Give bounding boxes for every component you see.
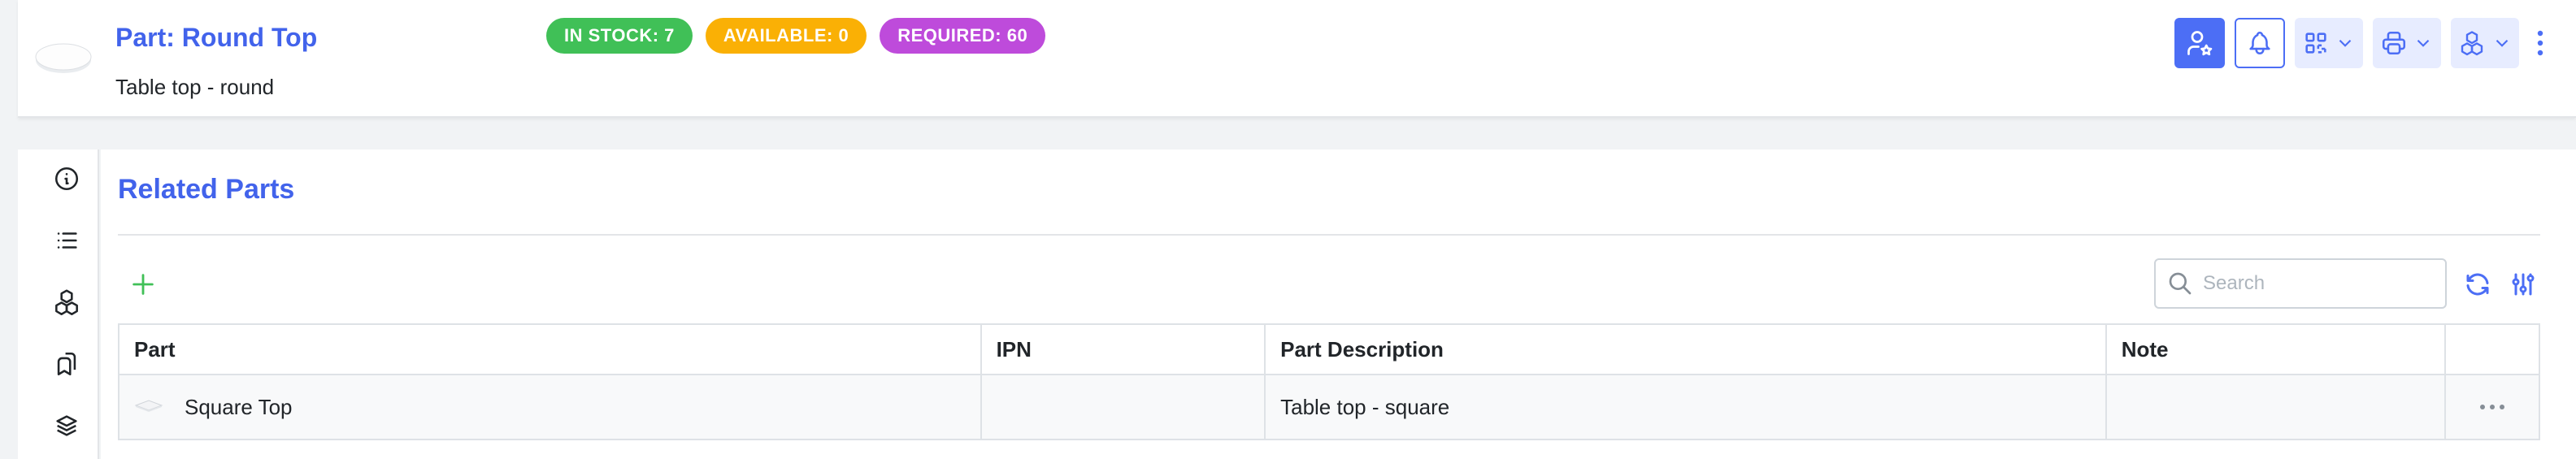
header-actions [2174,18,2552,68]
search-box[interactable] [2154,258,2447,309]
stock-badges: IN STOCK: 7 AVAILABLE: 0 REQUIRED: 60 [546,18,1046,54]
subscribe-button[interactable] [2174,18,2225,68]
add-related-part-button[interactable] [127,268,159,301]
chevron-down-icon [2496,39,2509,47]
table-row[interactable]: Square Top Table top - square [119,375,2539,439]
list-icon [57,232,77,249]
plus-icon [132,274,154,295]
table-settings-button[interactable] [2507,268,2539,301]
row-actions-button[interactable] [2446,375,2539,439]
bell-icon [2249,32,2270,55]
part-thumbnail [35,43,92,73]
divider [118,234,2540,236]
nav-bookmarks[interactable] [50,348,83,380]
part-header: Part: Round Top Table top - round IN STO… [18,0,2576,118]
panel-title: Related Parts [118,174,295,205]
column-header-note[interactable]: Note [2107,325,2447,374]
stock-actions-dropdown[interactable] [2451,18,2519,68]
user-star-icon [2187,31,2213,56]
refresh-icon [2466,273,2489,296]
column-header-description[interactable]: Part Description [1266,325,2107,374]
more-vertical-icon [2537,30,2543,56]
info-icon [54,167,79,191]
side-nav [18,149,99,459]
page-title: Part: Round Top [115,23,318,52]
refresh-button[interactable] [2461,268,2494,301]
nav-stock[interactable] [50,286,83,318]
required-badge: REQUIRED: 60 [880,18,1046,54]
nav-layers[interactable] [50,409,83,442]
cell-ipn [982,375,1266,439]
notifications-button[interactable] [2235,18,2285,68]
chevron-down-icon [2339,39,2352,47]
bookmarks-icon [57,352,76,376]
cell-description: Table top - square [1266,375,2107,439]
part-description: Table top - round [115,75,275,99]
adjustments-icon [2512,273,2535,296]
layers-icon [56,415,77,436]
boxes-icon [2461,31,2483,56]
boxes-icon [55,289,78,315]
qr-code-icon [2305,32,2326,54]
available-badge: AVAILABLE: 0 [705,18,867,54]
cell-part[interactable]: Square Top [119,375,982,439]
more-actions-button[interactable] [2529,18,2552,68]
related-parts-table: Part IPN Part Description Note Square To… [118,323,2540,440]
in-stock-badge: IN STOCK: 7 [546,18,693,54]
cell-note [2107,375,2447,439]
part-name: Square Top [185,394,293,419]
more-horizontal-icon [2480,405,2505,409]
barcode-actions-dropdown[interactable] [2295,18,2363,68]
search-icon [2169,272,2192,295]
nav-parameters[interactable] [50,224,83,257]
printer-icon [2382,31,2406,55]
column-header-actions [2446,325,2539,374]
column-header-part[interactable]: Part [119,325,982,374]
related-parts-panel: Related Parts Part IPN Part Description … [101,149,2576,459]
search-input[interactable] [2203,272,2430,295]
part-thumbnail [134,400,163,412]
print-actions-dropdown[interactable] [2373,18,2441,68]
column-header-ipn[interactable]: IPN [982,325,1266,374]
chevron-down-icon [2417,39,2430,47]
table-header: Part IPN Part Description Note [119,325,2539,375]
nav-details[interactable] [50,162,83,195]
